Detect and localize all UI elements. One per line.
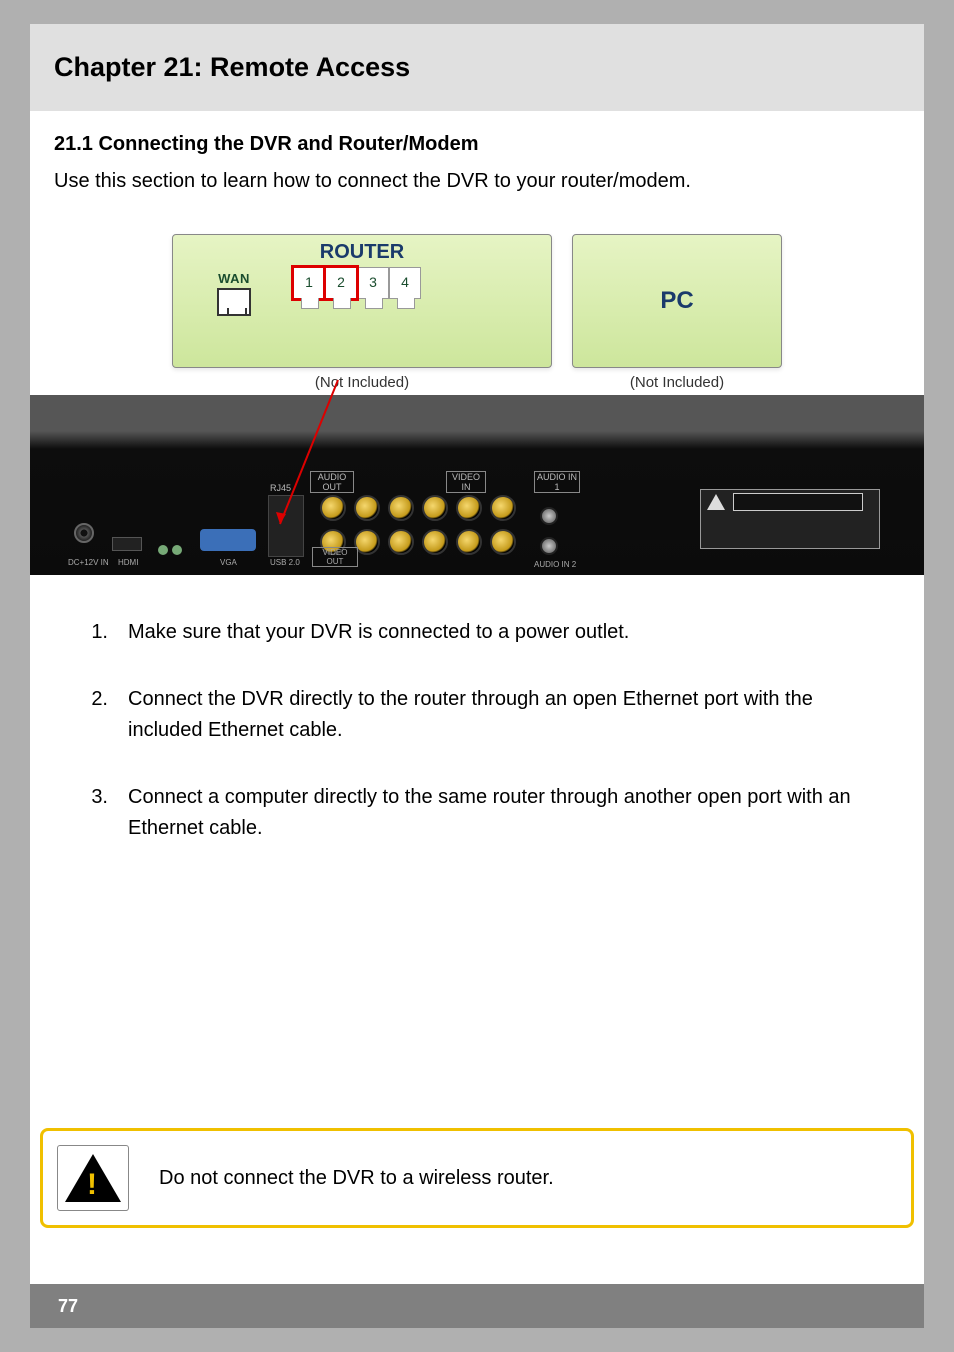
- audio-plugs-icon: [158, 545, 182, 555]
- not-included-row: (Not Included) (Not Included): [30, 374, 924, 391]
- section-title: 21.1 Connecting the DVR and Router/Modem: [54, 133, 900, 156]
- dvr-body: RJ45 AUDIO OUT VIDEO IN AUDIO IN 1 VIDEO…: [30, 429, 924, 569]
- rca-jack-icon: [320, 495, 346, 521]
- router-label: ROUTER: [173, 235, 551, 264]
- rca-jack-icon: [388, 529, 414, 555]
- dc-jack-icon: [74, 523, 94, 543]
- rca-jack-icon: [388, 495, 414, 521]
- step-text: Connect a computer directly to the same …: [128, 782, 900, 844]
- pc-label: PC: [660, 287, 693, 315]
- lan-port-2: 2: [325, 267, 357, 299]
- audio-plug-icon: [158, 545, 168, 555]
- intro-text: Use this section to learn how to connect…: [54, 168, 900, 194]
- port-num: 4: [390, 274, 420, 290]
- warning-callout: Do not connect the DVR to a wireless rou…: [40, 1128, 914, 1228]
- not-included-right: (Not Included): [572, 374, 782, 391]
- chapter-title: Chapter 21: Remote Access: [54, 52, 900, 83]
- usb-rj45-stack-icon: [268, 495, 304, 557]
- connection-diagram: ROUTER WAN 1 2 3 4 PC (Not Included) (No…: [30, 234, 924, 575]
- hdmi-port-icon: [112, 537, 142, 551]
- page-number: 77: [58, 1296, 78, 1317]
- rca-jack-icon: [354, 495, 380, 521]
- rca-jack-icon: [490, 495, 516, 521]
- warning-text: Do not connect the DVR to a wireless rou…: [159, 1167, 554, 1190]
- chapter-heading-bar: Chapter 21: Remote Access: [30, 24, 924, 111]
- rca-jack-icon: [422, 529, 448, 555]
- video-in-label: VIDEO IN: [446, 471, 486, 493]
- wan-port-icon: [217, 288, 251, 316]
- steps-list: 1. Make sure that your DVR is connected …: [80, 617, 900, 844]
- dvr-back-panel: RJ45 AUDIO OUT VIDEO IN AUDIO IN 1 VIDEO…: [30, 395, 924, 575]
- port-num: 1: [294, 274, 324, 290]
- step-item: 3. Connect a computer directly to the sa…: [80, 782, 900, 844]
- lan-ports-row: 1 2 3 4: [293, 267, 421, 299]
- warning-triangle-icon: [707, 494, 725, 510]
- warning-icon-box: [57, 1145, 129, 1211]
- hdmi-label: HDMI: [118, 558, 138, 567]
- rca-small-icon: [540, 537, 558, 555]
- audio-out-label: AUDIO OUT: [310, 471, 354, 493]
- audio-in1-label: AUDIO IN 1: [534, 471, 580, 493]
- usb-label: USB 2.0: [270, 558, 300, 567]
- step-number: 3.: [80, 782, 108, 844]
- router-box: ROUTER WAN 1 2 3 4: [172, 234, 552, 368]
- step-text: Make sure that your DVR is connected to …: [128, 617, 900, 648]
- audio-in2-label: AUDIO IN 2: [534, 560, 576, 569]
- step-item: 2. Connect the DVR directly to the route…: [80, 684, 900, 746]
- rca-small-icon: [540, 507, 558, 525]
- lan-port-1: 1: [293, 267, 325, 299]
- lan-port-4: 4: [389, 267, 421, 299]
- rca-jack-icon: [490, 529, 516, 555]
- dc-label: DC+12V IN: [68, 558, 109, 567]
- pc-box: PC: [572, 234, 782, 368]
- document-page: Chapter 21: Remote Access 21.1 Connectin…: [30, 24, 924, 1328]
- caution-label: [733, 493, 863, 511]
- step-text: Connect the DVR directly to the router t…: [128, 684, 900, 746]
- audio-in-jacks: [540, 507, 558, 555]
- step-number: 2.: [80, 684, 108, 746]
- caution-plate: [700, 489, 880, 549]
- rca-jack-icon: [456, 495, 482, 521]
- page-footer: 77: [30, 1284, 924, 1328]
- port-num: 3: [358, 274, 388, 290]
- step-number: 1.: [80, 617, 108, 648]
- rca-jack-icon: [422, 495, 448, 521]
- vga-label: VGA: [220, 558, 237, 567]
- not-included-left: (Not Included): [172, 374, 552, 391]
- wan-group: WAN: [217, 271, 251, 316]
- warning-triangle-icon: [65, 1154, 121, 1202]
- audio-plug-icon: [172, 545, 182, 555]
- port-num: 2: [326, 274, 356, 290]
- wan-label: WAN: [217, 271, 251, 286]
- diagram-top-row: ROUTER WAN 1 2 3 4 PC: [30, 234, 924, 368]
- rca-jack-icon: [456, 529, 482, 555]
- lan-port-3: 3: [357, 267, 389, 299]
- vga-port-icon: [200, 529, 256, 551]
- step-item: 1. Make sure that your DVR is connected …: [80, 617, 900, 648]
- video-out-label: VIDEO OUT: [312, 547, 358, 567]
- rj45-label: RJ45: [270, 483, 291, 493]
